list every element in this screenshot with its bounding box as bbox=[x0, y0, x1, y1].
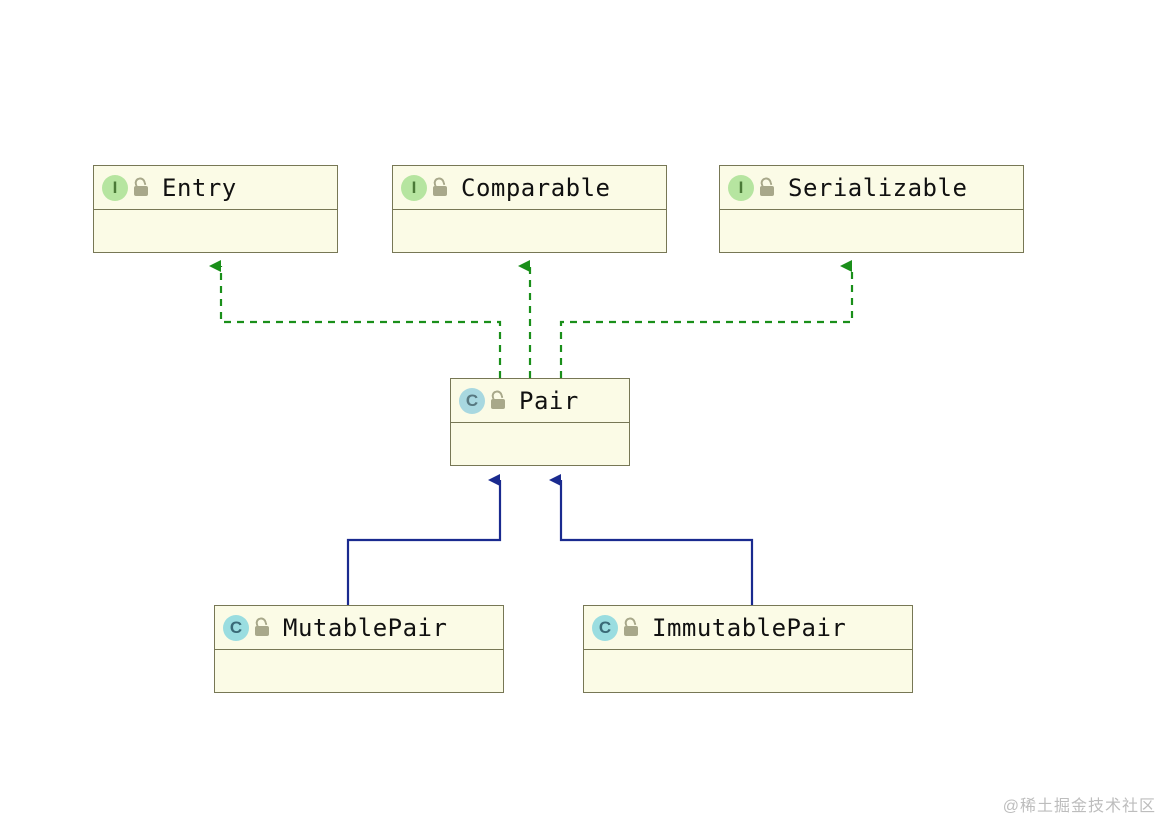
interface-badge-icon: I bbox=[102, 175, 128, 201]
node-immutablepair[interactable]: C ImmutablePair bbox=[583, 605, 913, 693]
node-pair[interactable]: C Pair bbox=[450, 378, 630, 466]
edge-mutablepair-pair bbox=[348, 480, 500, 605]
node-comparable[interactable]: I Comparable bbox=[392, 165, 667, 253]
node-label: Comparable bbox=[461, 174, 611, 202]
node-label: MutablePair bbox=[283, 614, 447, 642]
node-label: ImmutablePair bbox=[652, 614, 846, 642]
edge-immutablepair-pair bbox=[561, 480, 752, 605]
interface-badge-icon: I bbox=[401, 175, 427, 201]
unlock-icon bbox=[760, 180, 774, 196]
edge-pair-entry bbox=[221, 266, 500, 378]
unlock-icon bbox=[624, 620, 638, 636]
class-badge-icon: C bbox=[223, 615, 249, 641]
node-mutablepair[interactable]: C MutablePair bbox=[214, 605, 504, 693]
abstract-class-badge-icon: C bbox=[459, 388, 485, 414]
unlock-icon bbox=[134, 180, 148, 196]
watermark-text: @稀土掘金技术社区 bbox=[1003, 792, 1156, 816]
node-label: Serializable bbox=[788, 174, 967, 202]
node-entry[interactable]: I Entry bbox=[93, 165, 338, 253]
interface-badge-icon: I bbox=[728, 175, 754, 201]
node-label: Pair bbox=[519, 387, 579, 415]
unlock-icon bbox=[491, 393, 505, 409]
edge-pair-serializable bbox=[561, 266, 852, 378]
class-badge-icon: C bbox=[592, 615, 618, 641]
unlock-icon bbox=[255, 620, 269, 636]
node-label: Entry bbox=[162, 174, 237, 202]
node-serializable[interactable]: I Serializable bbox=[719, 165, 1024, 253]
unlock-icon bbox=[433, 180, 447, 196]
